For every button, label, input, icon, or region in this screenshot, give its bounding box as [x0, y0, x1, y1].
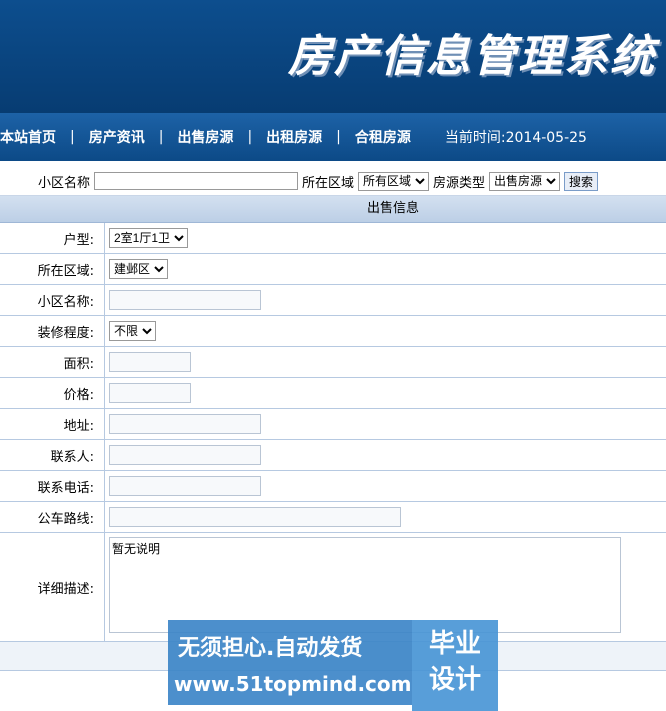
phone-label: 联系电话:: [0, 470, 105, 502]
form-row-district: 所在区域: 建邺区: [0, 253, 666, 285]
district-label: 所在区域:: [0, 253, 105, 285]
section-title: 出售信息: [0, 196, 666, 223]
nav-news[interactable]: 房产资讯: [75, 127, 159, 147]
site-title: 房产信息管理系统: [288, 31, 656, 82]
search-area-label: 所在区域: [302, 175, 355, 191]
community-label: 小区名称:: [0, 284, 105, 316]
current-time: 当前时间:2014-05-25: [444, 130, 587, 146]
decoration-label: 装修程度:: [0, 315, 105, 347]
form-row-price: 价格:: [0, 377, 666, 409]
area-label: 面积:: [0, 346, 105, 378]
nav-sale[interactable]: 出售房源: [163, 127, 247, 147]
search-community-label: 小区名称: [38, 175, 91, 191]
form-row-layout: 户型: 2室1厅1卫: [0, 223, 666, 254]
address-input[interactable]: [109, 414, 261, 434]
desc-label: 详细描述:: [0, 532, 105, 642]
contact-label: 联系人:: [0, 439, 105, 471]
form-row-decoration: 装修程度: 不限: [0, 315, 666, 347]
form-row-bus: 公车路线:: [0, 501, 666, 533]
watermark-slogan: 无须担心.自动发货: [178, 636, 363, 661]
watermark-overlay: 无须担心.自动发货 www.51topmind.com 毕业 设计: [168, 620, 498, 711]
form-row-phone: 联系电话:: [0, 470, 666, 502]
search-type-label: 房源类型: [433, 175, 486, 191]
form-row-area: 面积:: [0, 346, 666, 378]
watermark-url: www.51topmind.com: [174, 672, 412, 696]
watermark-badge: 毕业 设计: [412, 620, 498, 711]
community-input[interactable]: [109, 290, 261, 310]
bus-route-input[interactable]: [109, 507, 401, 527]
price-input[interactable]: [109, 383, 191, 403]
decoration-select[interactable]: 不限: [109, 321, 156, 341]
phone-input[interactable]: [109, 476, 261, 496]
area-input[interactable]: [109, 352, 191, 372]
contact-input[interactable]: [109, 445, 261, 465]
bus-label: 公车路线:: [0, 501, 105, 533]
layout-select[interactable]: 2室1厅1卫: [109, 228, 188, 248]
nav-bar: 本站首页 | 房产资讯 | 出售房源 | 出租房源 | 合租房源 当前时间:20…: [0, 113, 666, 161]
address-label: 地址:: [0, 408, 105, 440]
form-row-community: 小区名称:: [0, 284, 666, 316]
nav-rent[interactable]: 出租房源: [252, 127, 336, 147]
district-select[interactable]: 建邺区: [109, 259, 168, 279]
form-row-address: 地址:: [0, 408, 666, 440]
layout-label: 户型:: [0, 223, 105, 254]
header-banner: 房产信息管理系统: [0, 0, 666, 113]
nav-shared-rent[interactable]: 合租房源: [341, 127, 425, 147]
form-row-contact: 联系人:: [0, 439, 666, 471]
desc-textarea[interactable]: 暂无说明: [109, 537, 621, 633]
search-bar: 小区名称 所在区域 所有区域 房源类型 出售房源 搜索: [0, 167, 666, 196]
search-community-input[interactable]: [94, 172, 299, 190]
search-button[interactable]: 搜索: [564, 171, 599, 191]
search-area-select[interactable]: 所有区域: [358, 171, 430, 191]
search-type-select[interactable]: 出售房源: [489, 171, 561, 191]
nav-home[interactable]: 本站首页: [0, 127, 70, 147]
price-label: 价格:: [0, 377, 105, 409]
sale-form: 户型: 2室1厅1卫 所在区域: 建邺区 小区名称: 装修程度: 不限 面积: …: [0, 223, 666, 642]
